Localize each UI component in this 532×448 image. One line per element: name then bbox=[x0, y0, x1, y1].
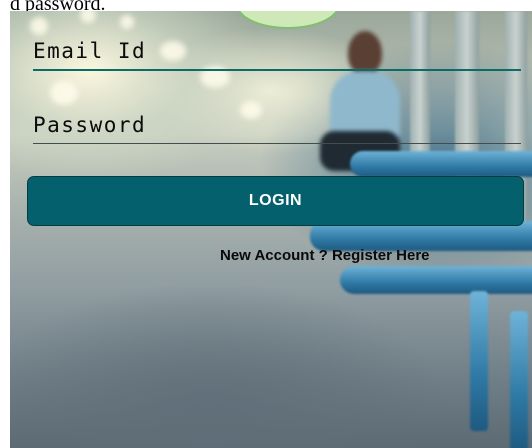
background-image bbox=[10, 11, 532, 448]
login-screen: d password. LOGIN New Account ? Regist bbox=[0, 0, 532, 448]
login-button[interactable]: LOGIN bbox=[27, 176, 524, 226]
password-field-group bbox=[33, 107, 521, 147]
email-underline bbox=[33, 69, 521, 71]
password-input[interactable] bbox=[33, 107, 521, 143]
email-field-group bbox=[33, 33, 521, 73]
email-input[interactable] bbox=[33, 33, 521, 69]
register-link[interactable]: New Account ? Register Here bbox=[220, 247, 430, 264]
logo-edge bbox=[236, 11, 340, 29]
password-underline bbox=[33, 143, 521, 144]
